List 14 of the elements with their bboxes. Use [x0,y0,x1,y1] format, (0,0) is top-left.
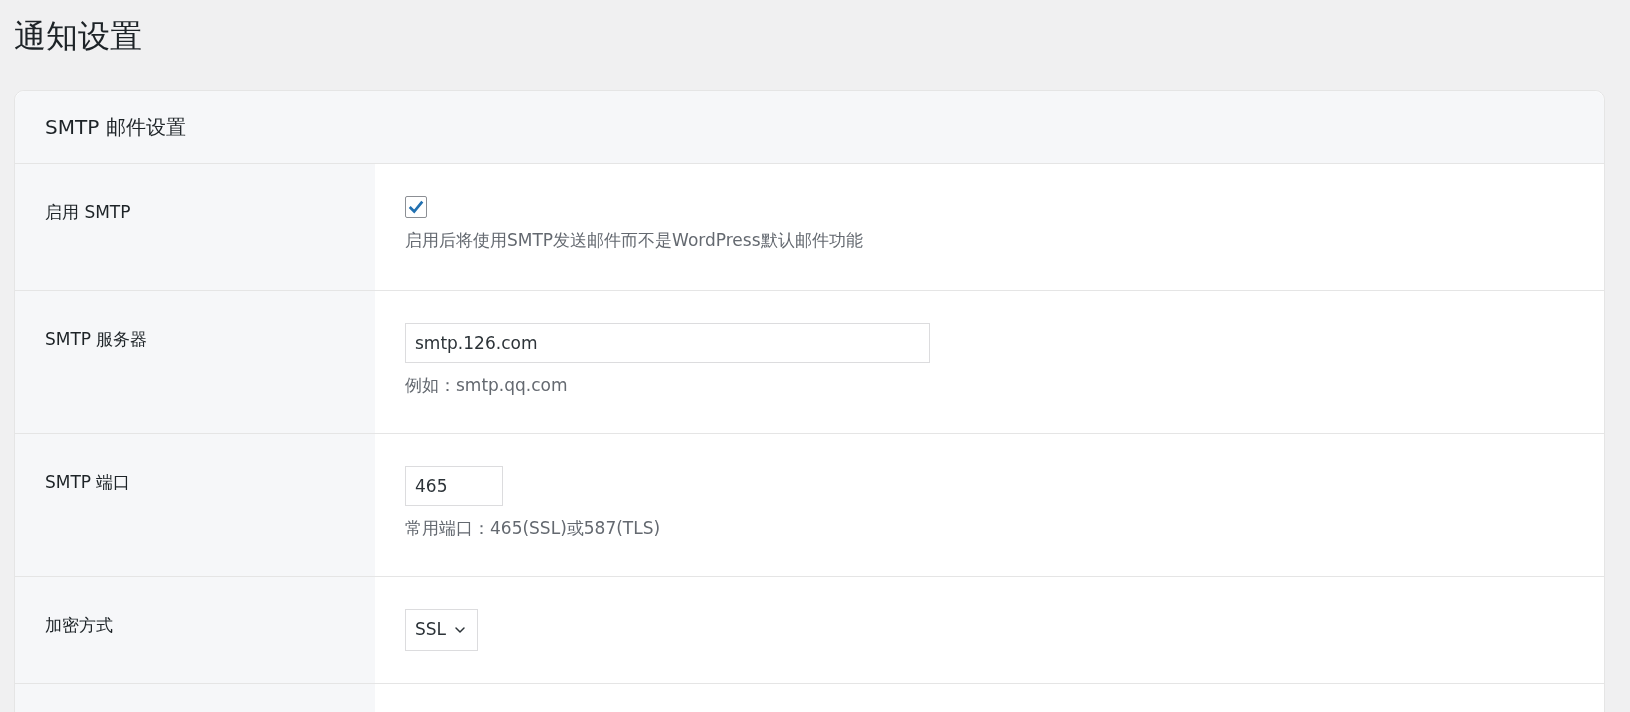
help-text: 常用端口：465(SSL)或587(TLS) [405,517,661,540]
field-label: 加密方式 [45,615,113,635]
input-field[interactable]: 465 [405,466,503,506]
input-field[interactable]: smtp.126.com [405,323,930,363]
checkmark-icon [407,198,425,216]
checkbox[interactable] [405,196,427,218]
section-title: SMTP 邮件设置 [45,114,186,141]
field-label: SMTP 端口 [45,472,131,492]
select-dropdown[interactable]: SSL [405,609,479,651]
page-title: 通知设置 [14,16,142,57]
help-text: 启用后将使用SMTP发送邮件而不是WordPress默认邮件功能 [405,229,863,252]
help-text: 例如：smtp.qq.com [405,374,568,397]
field-label: SMTP 服务器 [45,329,148,349]
field-label: 启用 SMTP [45,202,131,222]
